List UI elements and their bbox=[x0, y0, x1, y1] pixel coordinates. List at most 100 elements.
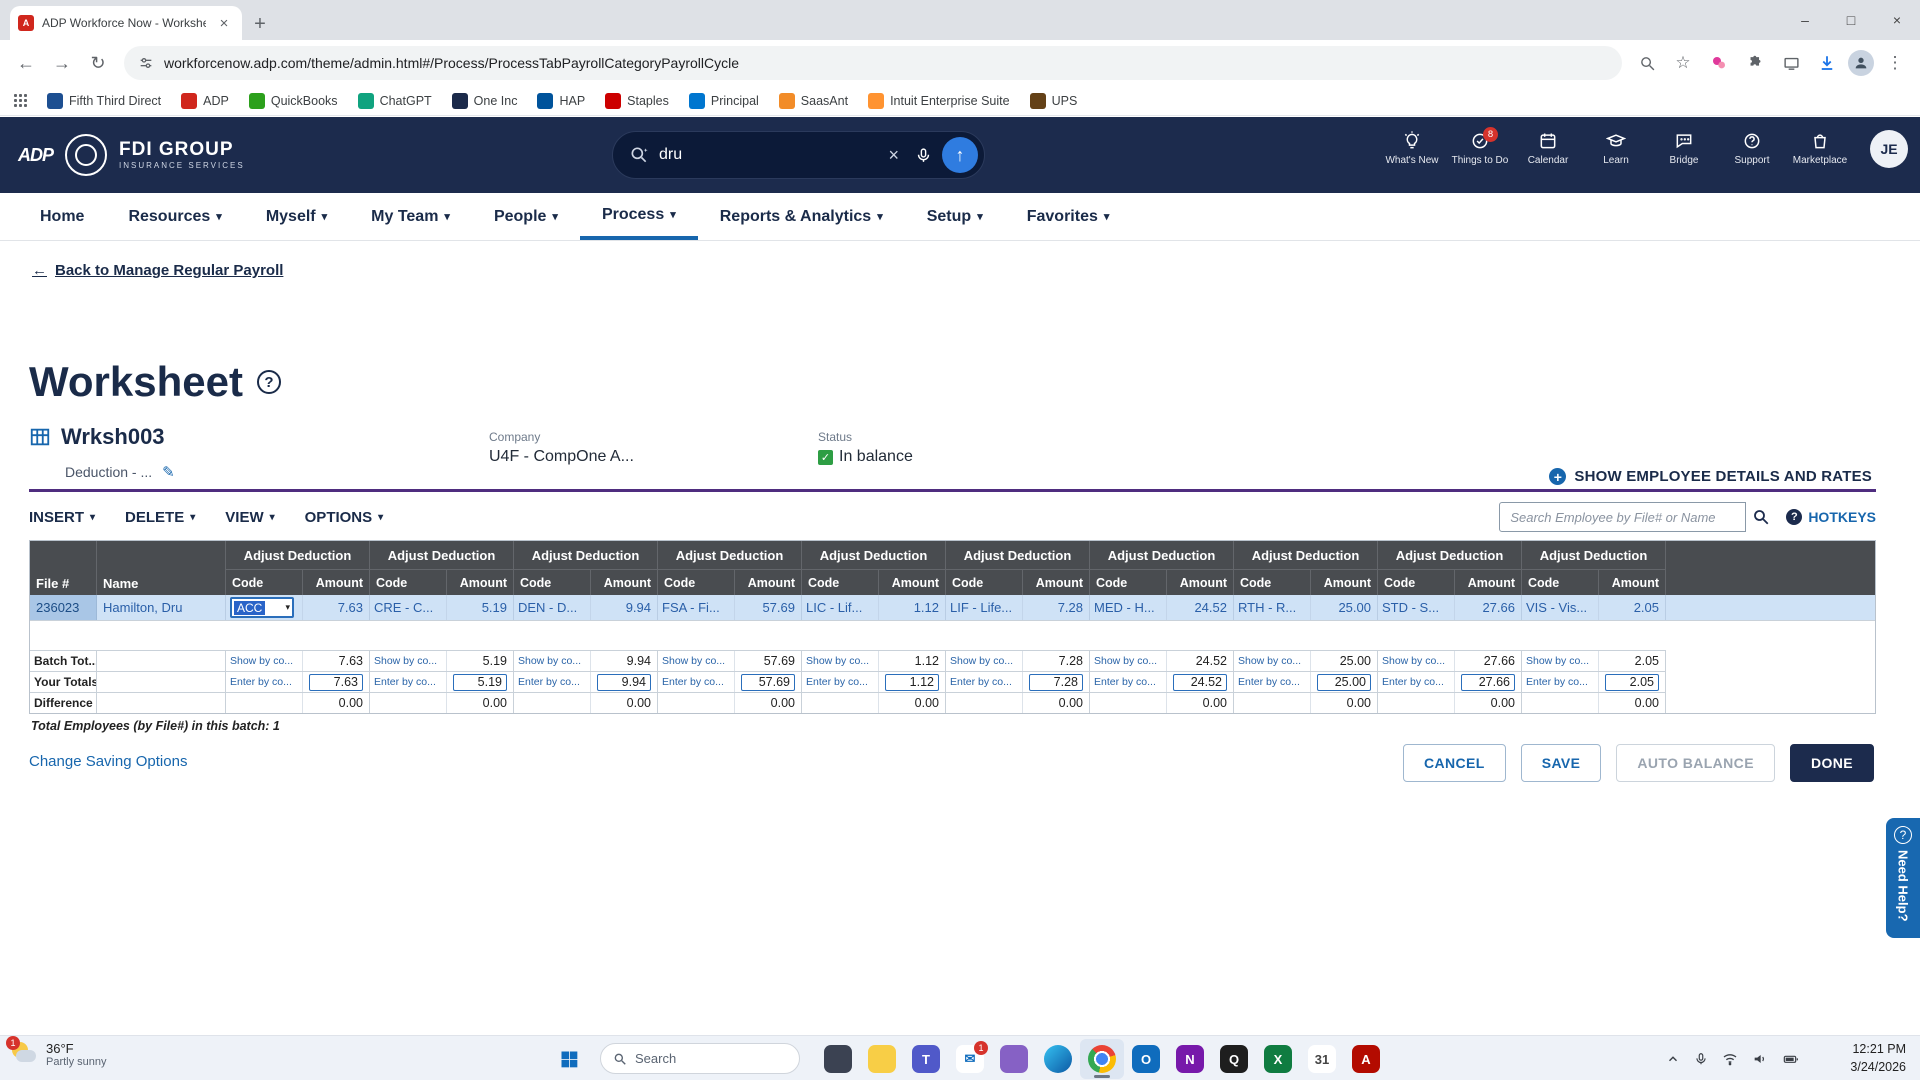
your-total-input[interactable]: 25.00 bbox=[1317, 673, 1371, 691]
taskbar-app[interactable]: 31 bbox=[1300, 1039, 1344, 1079]
enter-by-code-link[interactable]: Enter by co... bbox=[514, 672, 592, 692]
taskbar-search[interactable]: Search bbox=[600, 1043, 800, 1074]
done-button[interactable]: DONE bbox=[1789, 744, 1874, 782]
header-item-things-to-do[interactable]: 8 Things to Do bbox=[1448, 125, 1512, 172]
volume-icon[interactable] bbox=[1752, 1051, 1768, 1067]
taskbar-app[interactable] bbox=[816, 1039, 860, 1079]
deduction-amount-cell[interactable]: 7.28 bbox=[1023, 595, 1089, 620]
deduction-code-cell[interactable]: MED - H... ACC ▾ bbox=[1090, 595, 1168, 620]
taskbar-app[interactable]: T bbox=[904, 1039, 948, 1079]
bookmark-item[interactable]: Staples bbox=[605, 92, 669, 109]
enter-by-code-link[interactable]: Enter by co... bbox=[1234, 672, 1312, 692]
bookmark-item[interactable]: HAP bbox=[537, 92, 585, 109]
enter-by-code-link[interactable]: Enter by co... bbox=[1090, 672, 1168, 692]
back-button[interactable]: ← bbox=[10, 47, 42, 79]
tab-close-icon[interactable]: × bbox=[214, 13, 234, 33]
your-total-input[interactable]: 1.12 bbox=[885, 673, 939, 691]
taskbar-app[interactable] bbox=[1080, 1039, 1124, 1079]
show-by-code-link[interactable]: Show by co... bbox=[226, 651, 304, 671]
deduction-code-cell[interactable]: DEN - D... ACC ▾ bbox=[514, 595, 592, 620]
taskbar-clock[interactable]: 12:21 PM 3/24/2026 bbox=[1850, 1041, 1906, 1076]
your-total-input[interactable]: 2.05 bbox=[1605, 673, 1659, 691]
bookmark-item[interactable]: SaasAnt bbox=[778, 92, 848, 109]
bookmark-item[interactable]: UPS bbox=[1029, 92, 1077, 109]
enter-by-code-link[interactable]: Enter by co... bbox=[1378, 672, 1456, 692]
nav-reports-analytics[interactable]: Reports & Analytics bbox=[698, 193, 905, 240]
cancel-button[interactable]: CANCEL bbox=[1402, 744, 1506, 782]
mic-icon[interactable] bbox=[915, 147, 932, 164]
address-bar[interactable]: workforcenow.adp.com/theme/admin.html#/P… bbox=[124, 46, 1622, 80]
lens-search-icon[interactable] bbox=[1632, 48, 1662, 78]
nav-process[interactable]: Process bbox=[579, 193, 698, 240]
browser-menu-icon[interactable]: ⋮ bbox=[1880, 48, 1910, 78]
header-search-input[interactable] bbox=[659, 146, 873, 164]
your-total-input[interactable]: 24.52 bbox=[1173, 673, 1227, 691]
taskbar-app[interactable]: X bbox=[1256, 1039, 1300, 1079]
battery-icon[interactable] bbox=[1782, 1051, 1800, 1067]
show-by-code-link[interactable]: Show by co... bbox=[802, 651, 880, 671]
enter-by-code-link[interactable]: Enter by co... bbox=[226, 672, 304, 692]
enter-by-code-link[interactable]: Enter by co... bbox=[658, 672, 736, 692]
enter-by-code-link[interactable]: Enter by co... bbox=[802, 672, 880, 692]
taskbar-app[interactable]: ✉ 1 bbox=[948, 1039, 992, 1079]
header-item-support[interactable]: Support bbox=[1720, 125, 1784, 172]
wifi-icon[interactable] bbox=[1722, 1051, 1738, 1067]
download-icon[interactable] bbox=[1812, 48, 1842, 78]
header-search[interactable]: × ↑ bbox=[612, 131, 985, 179]
hotkeys-button[interactable]: ? HOTKEYS bbox=[1786, 509, 1876, 525]
deduction-code-cell[interactable]: VIS - Vis... ACC ▾ bbox=[1522, 595, 1600, 620]
show-by-code-link[interactable]: Show by co... bbox=[1234, 651, 1312, 671]
clear-search-icon[interactable]: × bbox=[882, 145, 905, 166]
nav-people[interactable]: People bbox=[472, 193, 580, 240]
view-menu-button[interactable]: VIEW bbox=[225, 509, 274, 526]
show-by-code-link[interactable]: Show by co... bbox=[946, 651, 1024, 671]
code-select-dropdown[interactable]: ACC ▾ bbox=[230, 597, 294, 618]
your-total-input[interactable]: 7.28 bbox=[1029, 673, 1083, 691]
your-total-input[interactable]: 7.63 bbox=[309, 673, 363, 691]
taskbar-app[interactable] bbox=[860, 1039, 904, 1079]
deduction-amount-cell[interactable]: 57.69 bbox=[735, 595, 801, 620]
deduction-amount-cell[interactable]: 24.52 bbox=[1167, 595, 1233, 620]
apps-grid-icon[interactable] bbox=[14, 94, 27, 107]
enter-by-code-link[interactable]: Enter by co... bbox=[946, 672, 1024, 692]
edit-pencil-icon[interactable]: ✎ bbox=[162, 463, 175, 481]
nav-resources[interactable]: Resources bbox=[106, 193, 243, 240]
your-total-input[interactable]: 57.69 bbox=[741, 673, 795, 691]
change-saving-options-link[interactable]: Change Saving Options bbox=[29, 753, 187, 770]
deduction-amount-cell[interactable]: 2.05 bbox=[1599, 595, 1665, 620]
bookmark-item[interactable]: QuickBooks bbox=[248, 92, 338, 109]
deduction-code-cell[interactable]: STD - S... ACC ▾ bbox=[1378, 595, 1456, 620]
deduction-code-cell[interactable]: FSA - Fi... ACC ▾ bbox=[658, 595, 736, 620]
deduction-amount-cell[interactable]: 1.12 bbox=[879, 595, 945, 620]
bookmark-item[interactable]: ADP bbox=[181, 92, 229, 109]
show-by-code-link[interactable]: Show by co... bbox=[514, 651, 592, 671]
deduction-code-cell[interactable]: LIF - Life... ACC ▾ bbox=[946, 595, 1024, 620]
weather-widget[interactable]: 1 36°F Partly sunny bbox=[6, 1036, 107, 1068]
start-button[interactable] bbox=[552, 1042, 586, 1076]
nav-my-team[interactable]: My Team bbox=[349, 193, 472, 240]
show-by-code-link[interactable]: Show by co... bbox=[658, 651, 736, 671]
header-item-marketplace[interactable]: Marketplace bbox=[1788, 125, 1852, 172]
forward-button[interactable]: → bbox=[46, 47, 78, 79]
save-button[interactable]: SAVE bbox=[1520, 744, 1602, 782]
options-menu-button[interactable]: OPTIONS bbox=[305, 509, 384, 526]
deduction-code-cell[interactable]: RTH - R... ACC ▾ bbox=[1234, 595, 1312, 620]
deduction-amount-cell[interactable]: 27.66 bbox=[1455, 595, 1521, 620]
nav-myself[interactable]: Myself bbox=[244, 193, 349, 240]
taskbar-app[interactable]: O bbox=[1124, 1039, 1168, 1079]
taskbar-app[interactable]: Q bbox=[1212, 1039, 1256, 1079]
need-help-tab[interactable]: ? Need Help? bbox=[1886, 818, 1920, 938]
site-info-icon[interactable] bbox=[138, 55, 154, 71]
bookmark-item[interactable]: ChatGPT bbox=[357, 92, 432, 109]
nav-favorites[interactable]: Favorites bbox=[1005, 193, 1132, 240]
header-item-calendar[interactable]: Calendar bbox=[1516, 125, 1580, 172]
extension-pink-icon[interactable] bbox=[1704, 48, 1734, 78]
show-by-code-link[interactable]: Show by co... bbox=[1090, 651, 1168, 671]
deduction-code-cell[interactable]: CRE - C... ACC ▾ bbox=[370, 595, 448, 620]
enter-by-code-link[interactable]: Enter by co... bbox=[1522, 672, 1600, 692]
help-icon[interactable]: ? bbox=[256, 370, 281, 394]
header-item-whats-new[interactable]: What's New bbox=[1380, 125, 1444, 172]
tray-chevron-icon[interactable] bbox=[1666, 1052, 1680, 1066]
bookmark-item[interactable]: Fifth Third Direct bbox=[47, 92, 161, 109]
window-close-button[interactable]: × bbox=[1874, 0, 1920, 40]
